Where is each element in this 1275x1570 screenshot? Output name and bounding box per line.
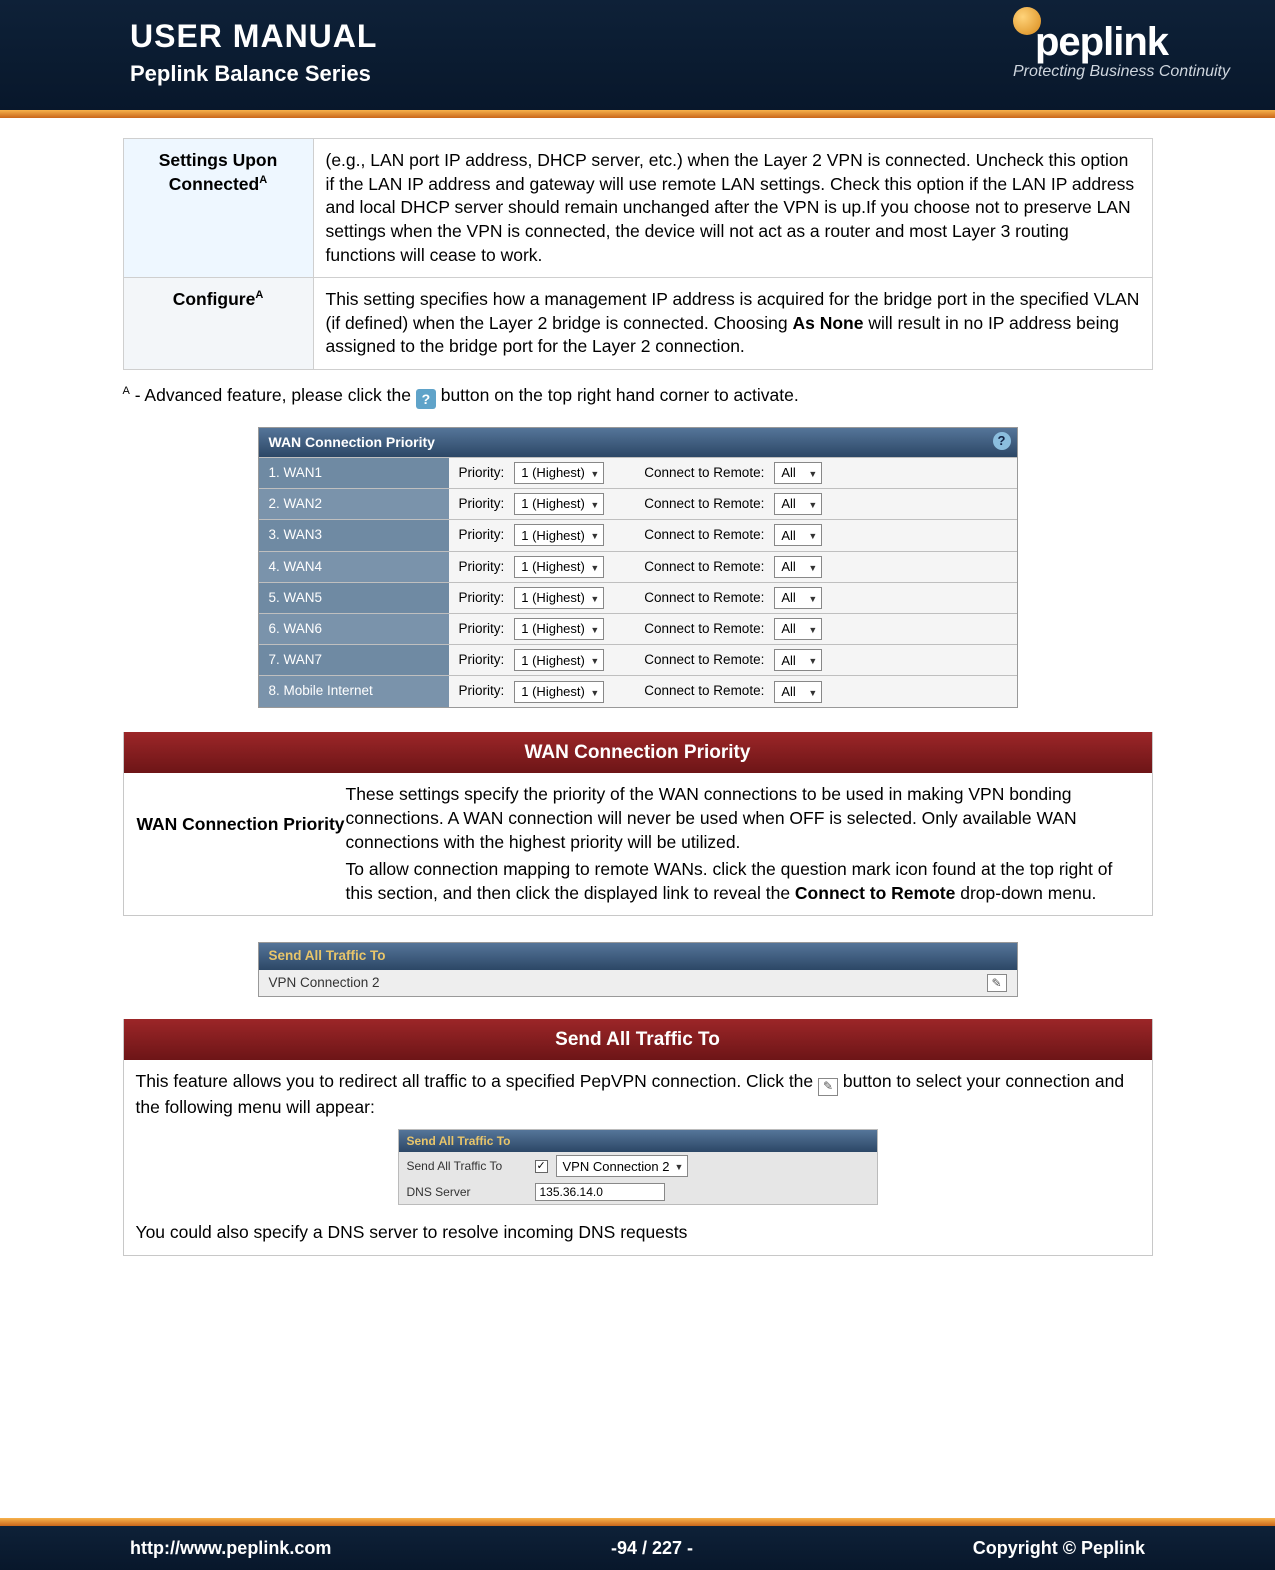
wan-priority-section: WAN Connection Priority WAN Connection P… bbox=[123, 732, 1153, 917]
connect-remote-select[interactable]: All bbox=[774, 462, 822, 484]
edit-icon: ✎ bbox=[818, 1078, 838, 1096]
connect-remote-label: Connect to Remote: bbox=[644, 464, 764, 482]
wan-row: 7. WAN7 Priority: 1 (Highest) Connect to Re… bbox=[259, 644, 1017, 675]
wan-row-name: 6. WAN6 bbox=[259, 614, 449, 644]
connect-remote-select[interactable]: All bbox=[774, 556, 822, 578]
wan-row: 6. WAN6 Priority: 1 (Highest) Connect to Re… bbox=[259, 613, 1017, 644]
wan-row-name: 4. WAN4 bbox=[259, 552, 449, 582]
section-row-text: These settings specify the priority of t… bbox=[346, 783, 1140, 905]
section-row-label: WAN Connection Priority bbox=[136, 783, 346, 837]
priority-select[interactable]: 1 (Highest) bbox=[514, 524, 604, 546]
priority-label: Priority: bbox=[459, 558, 505, 576]
page-header: USER MANUAL Peplink Balance Series pepli… bbox=[0, 0, 1275, 110]
table-row: ConfigureA This setting specifies how a … bbox=[123, 278, 1152, 370]
vpn-connection-select[interactable]: VPN Connection 2 bbox=[556, 1155, 689, 1177]
priority-select[interactable]: 1 (Highest) bbox=[514, 649, 604, 671]
connect-remote-select[interactable]: All bbox=[774, 649, 822, 671]
sat-closing-text: You could also specify a DNS server to r… bbox=[136, 1221, 1140, 1245]
priority-label: Priority: bbox=[459, 495, 505, 513]
brand-name: peplink bbox=[1035, 20, 1168, 64]
sat2-row-label: Send All Traffic To bbox=[407, 1158, 527, 1174]
priority-label: Priority: bbox=[459, 464, 505, 482]
connect-remote-label: Connect to Remote: bbox=[644, 495, 764, 513]
def-desc-configure: This setting specifies how a management … bbox=[313, 278, 1152, 370]
wan-row: 2. WAN2 Priority: 1 (Highest) Connect to Re… bbox=[259, 488, 1017, 519]
section-body: This feature allows you to redirect all … bbox=[124, 1060, 1152, 1255]
wan-row: 1. WAN1 Priority: 1 (Highest) Connect to Re… bbox=[259, 457, 1017, 488]
dns-server-input[interactable]: 135.36.14.0 bbox=[535, 1183, 665, 1201]
priority-label: Priority: bbox=[459, 651, 505, 669]
priority-label: Priority: bbox=[459, 526, 505, 544]
connect-remote-select[interactable]: All bbox=[774, 681, 822, 703]
manual-title: USER MANUAL bbox=[130, 18, 377, 55]
header-stripe bbox=[0, 110, 1275, 118]
priority-select[interactable]: 1 (Highest) bbox=[514, 618, 604, 640]
def-label-configure: ConfigureA bbox=[123, 278, 313, 370]
send-all-traffic-section: Send All Traffic To This feature allows … bbox=[123, 1019, 1153, 1256]
connect-remote-select[interactable]: All bbox=[774, 524, 822, 546]
footer-page-number: -94 / 227 - bbox=[611, 1538, 693, 1559]
connect-remote-label: Connect to Remote: bbox=[644, 589, 764, 607]
wan-priority-screenshot: WAN Connection Priority ? 1. WAN1 Priorit… bbox=[258, 427, 1018, 708]
manual-subtitle: Peplink Balance Series bbox=[130, 61, 377, 87]
wan-row: 5. WAN5 Priority: 1 (Highest) Connect to Re… bbox=[259, 582, 1017, 613]
priority-select[interactable]: 1 (Highest) bbox=[514, 556, 604, 578]
priority-select[interactable]: 1 (Highest) bbox=[514, 493, 604, 515]
wan-row: 8. Mobile Internet Priority: 1 (Highest) Co… bbox=[259, 675, 1017, 706]
def-label-settings-upon-connected: Settings Upon ConnectedA bbox=[123, 139, 313, 278]
connect-remote-label: Connect to Remote: bbox=[644, 526, 764, 544]
priority-label: Priority: bbox=[459, 589, 505, 607]
section-heading: WAN Connection Priority bbox=[124, 732, 1152, 774]
brand-logo: peplink Protecting Business Continuity bbox=[1013, 20, 1230, 81]
logo-dot-icon bbox=[1013, 7, 1041, 35]
send-all-traffic-screenshot: Send All Traffic To VPN Connection 2 ✎ bbox=[258, 942, 1018, 996]
priority-label: Priority: bbox=[459, 682, 505, 700]
sat2-header: Send All Traffic To bbox=[399, 1130, 877, 1152]
connect-remote-select[interactable]: All bbox=[774, 618, 822, 640]
table-row: Settings Upon ConnectedA (e.g., LAN port… bbox=[123, 139, 1152, 278]
help-icon[interactable]: ? bbox=[993, 432, 1011, 450]
connect-remote-select[interactable]: All bbox=[774, 587, 822, 609]
wan-row-name: 7. WAN7 bbox=[259, 645, 449, 675]
footer-stripe bbox=[0, 1518, 1275, 1526]
wan-row-name: 5. WAN5 bbox=[259, 583, 449, 613]
checkbox-icon[interactable] bbox=[535, 1160, 548, 1173]
edit-icon[interactable]: ✎ bbox=[987, 974, 1007, 992]
brand-tagline: Protecting Business Continuity bbox=[1013, 63, 1230, 81]
connect-remote-select[interactable]: All bbox=[774, 493, 822, 515]
wan-row-name: 1. WAN1 bbox=[259, 458, 449, 488]
page-footer: http://www.peplink.com -94 / 227 - Copyr… bbox=[0, 1526, 1275, 1570]
footer-copyright: Copyright © Peplink bbox=[973, 1538, 1145, 1559]
priority-select[interactable]: 1 (Highest) bbox=[514, 587, 604, 609]
wan-row-name: 8. Mobile Internet bbox=[259, 676, 449, 706]
priority-select[interactable]: 1 (Highest) bbox=[514, 681, 604, 703]
help-icon: ? bbox=[416, 389, 436, 409]
priority-select[interactable]: 1 (Highest) bbox=[514, 462, 604, 484]
wan-shot-header: WAN Connection Priority ? bbox=[259, 428, 1017, 457]
wan-row-name: 3. WAN3 bbox=[259, 520, 449, 550]
send-all-traffic-menu-screenshot: Send All Traffic To Send All Traffic To … bbox=[398, 1129, 878, 1205]
sat2-row-label: DNS Server bbox=[407, 1184, 527, 1200]
connect-remote-label: Connect to Remote: bbox=[644, 682, 764, 700]
sat-shot-header: Send All Traffic To bbox=[259, 943, 1017, 969]
wan-row: 3. WAN3 Priority: 1 (Highest) Connect to Re… bbox=[259, 519, 1017, 550]
footer-url: http://www.peplink.com bbox=[130, 1538, 331, 1559]
advanced-footnote: A - Advanced feature, please click the ?… bbox=[123, 384, 1153, 409]
wan-row: 4. WAN4 Priority: 1 (Highest) Connect to Re… bbox=[259, 551, 1017, 582]
priority-label: Priority: bbox=[459, 620, 505, 638]
wan-row-name: 2. WAN2 bbox=[259, 489, 449, 519]
section-heading: Send All Traffic To bbox=[124, 1019, 1152, 1061]
connect-remote-label: Connect to Remote: bbox=[644, 620, 764, 638]
settings-definition-table: Settings Upon ConnectedA (e.g., LAN port… bbox=[123, 138, 1153, 370]
connect-remote-label: Connect to Remote: bbox=[644, 651, 764, 669]
sat-value: VPN Connection 2 bbox=[269, 974, 380, 992]
def-desc-settings-upon-connected: (e.g., LAN port IP address, DHCP server,… bbox=[313, 139, 1152, 278]
connect-remote-label: Connect to Remote: bbox=[644, 558, 764, 576]
